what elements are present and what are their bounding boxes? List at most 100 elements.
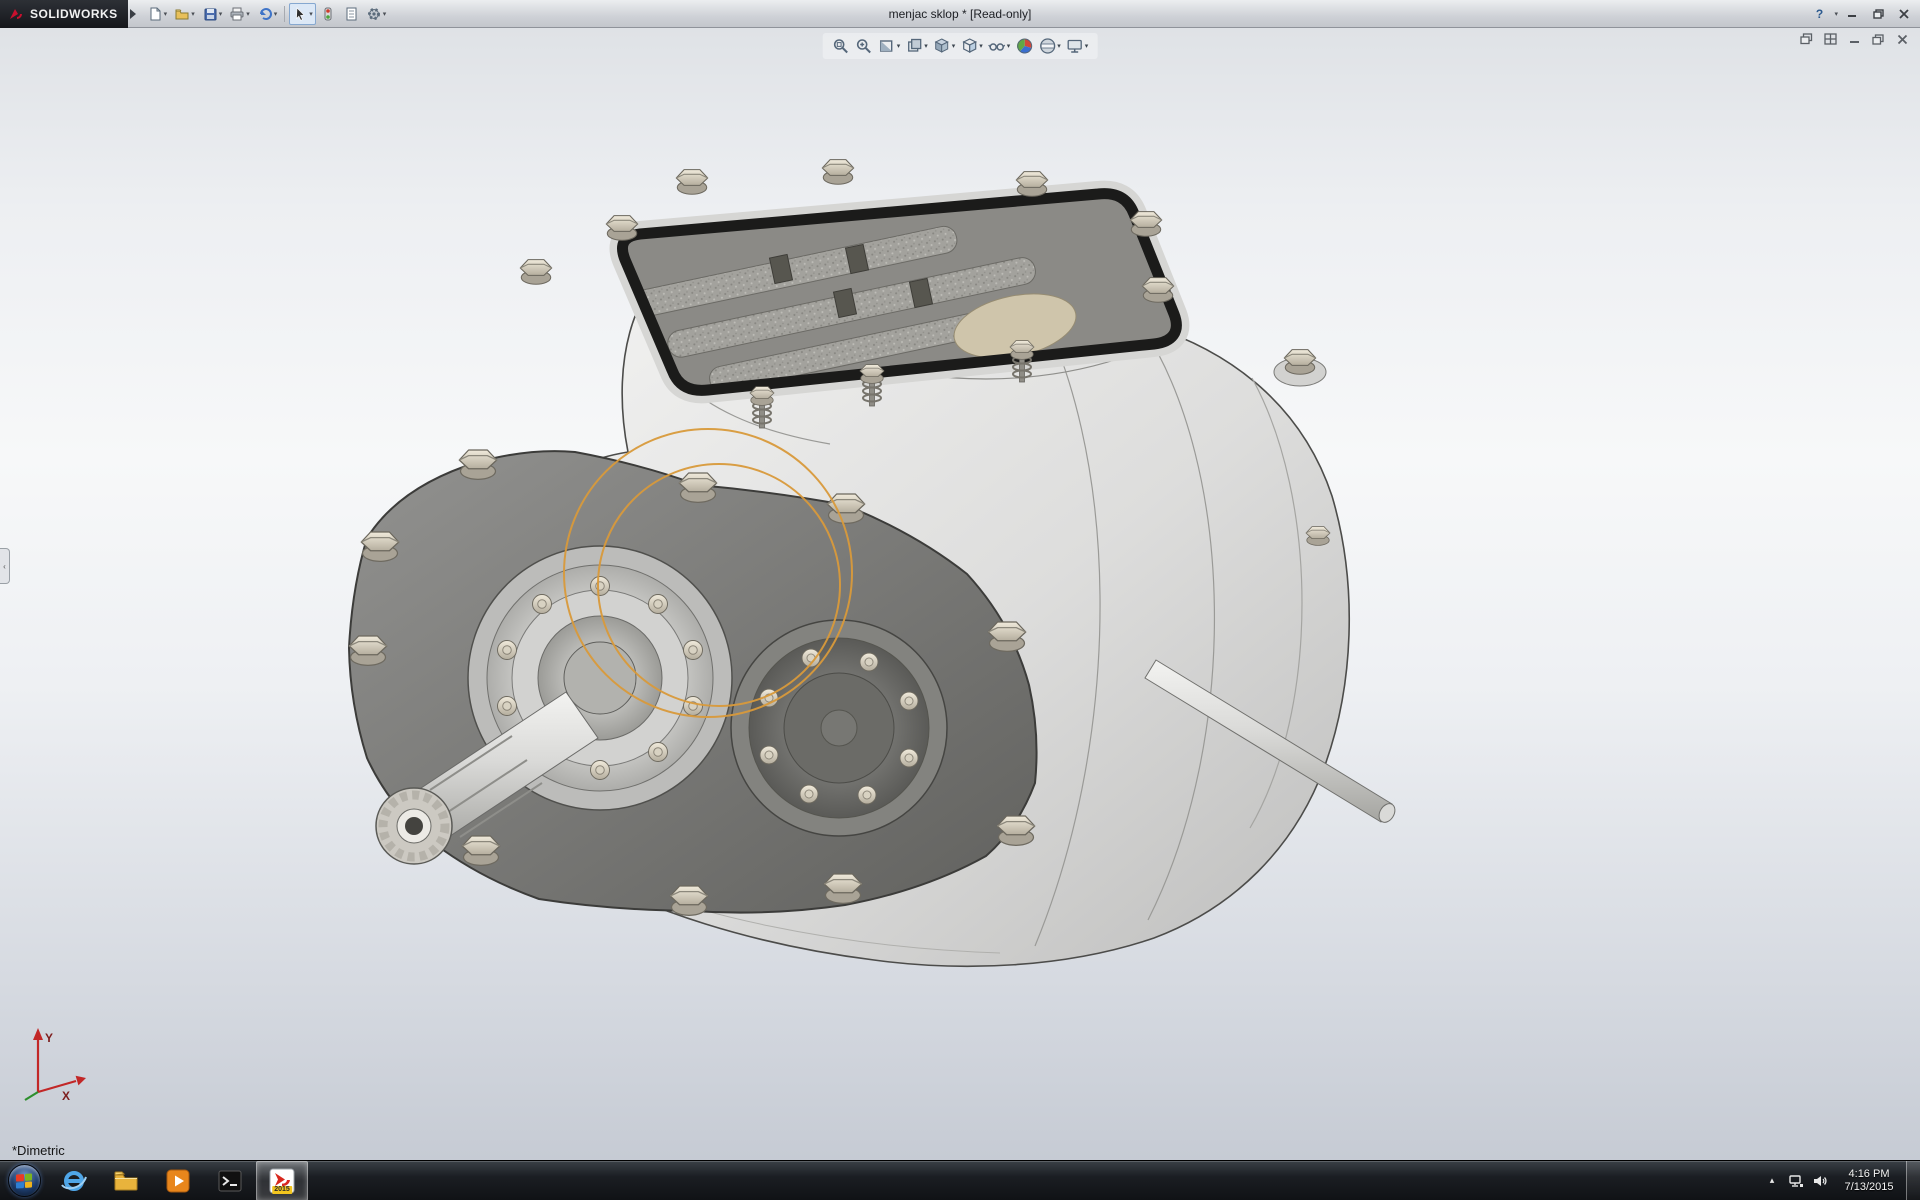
side-cover[interactable]	[731, 620, 947, 836]
cascade-windows-icon	[1800, 33, 1813, 45]
options-button[interactable]: ▾	[363, 3, 390, 25]
display-style-icon	[960, 37, 978, 55]
tile-windows-icon	[1824, 33, 1837, 45]
open-folder-icon	[174, 6, 190, 22]
dropdown-caret-icon[interactable]: ▾	[383, 10, 387, 18]
dropdown-caret-icon[interactable]: ▾	[952, 42, 956, 50]
dropdown-caret-icon[interactable]: ▾	[219, 10, 223, 18]
graphics-area[interactable]: ▾ ▾ ▾ ▾	[0, 28, 1920, 1160]
start-button[interactable]	[0, 1161, 48, 1200]
internet-explorer-icon	[60, 1167, 88, 1195]
network-icon	[1788, 1173, 1804, 1189]
restore-icon	[1873, 9, 1884, 19]
window-controls: ? ▾	[1807, 4, 1920, 23]
x-axis-arrow	[76, 1076, 86, 1086]
section-view-icon	[878, 37, 896, 55]
dropdown-caret-icon[interactable]: ▾	[924, 42, 928, 50]
solidworks-logo: SOLIDWORKS	[0, 0, 128, 28]
zoom-to-area-icon	[855, 37, 873, 55]
cascade-windows-button[interactable]	[1798, 32, 1814, 46]
chevron-up-icon: ▴	[1770, 1175, 1775, 1186]
dropdown-caret-icon[interactable]: ▾	[979, 42, 983, 50]
featuremanager-flyout-tab[interactable]: ‹	[0, 548, 10, 584]
dropdown-caret-icon[interactable]: ▾	[164, 10, 168, 18]
rebuild-stoplight-icon	[320, 6, 336, 22]
tray-expand-button[interactable]: ▴	[1760, 1161, 1784, 1200]
minimize-document-button[interactable]	[1846, 32, 1862, 46]
view-settings-button[interactable]: ▾	[1065, 36, 1090, 56]
new-button[interactable]: ▾	[144, 3, 171, 25]
side-stud-bolt[interactable]	[1306, 527, 1330, 546]
edit-appearance-icon	[1015, 37, 1033, 55]
file-properties-button[interactable]	[340, 3, 362, 25]
brand-text: SOLIDWORKS	[30, 7, 118, 21]
close-button[interactable]	[1892, 4, 1916, 23]
dropdown-caret-icon[interactable]: ▾	[309, 10, 313, 18]
dropdown-caret-icon[interactable]: ▾	[274, 10, 278, 18]
solidworks-taskbar-button[interactable]: 2015	[256, 1161, 308, 1200]
minimize-document-icon	[1849, 34, 1860, 44]
hide-show-items-icon	[988, 37, 1006, 55]
tile-windows-button[interactable]	[1822, 32, 1838, 46]
z-axis-arrow	[25, 1092, 38, 1100]
gearbox-model[interactable]	[0, 28, 1920, 1160]
dropdown-caret-icon[interactable]: ▾	[1085, 42, 1089, 50]
dropdown-caret-icon[interactable]: ▾	[897, 42, 901, 50]
file-explorer-button[interactable]	[100, 1161, 152, 1200]
printer-icon	[229, 6, 245, 22]
close-document-icon	[1897, 34, 1908, 45]
x-axis-label: X	[62, 1089, 70, 1103]
section-view-button[interactable]: ▾	[877, 36, 902, 56]
edit-appearance-button[interactable]	[1014, 36, 1034, 56]
apply-scene-button[interactable]: ▾	[1037, 36, 1062, 56]
undo-button[interactable]: ▾	[254, 3, 281, 25]
speaker-icon	[1812, 1173, 1828, 1189]
save-button[interactable]: ▾	[199, 3, 226, 25]
command-prompt-button[interactable]	[204, 1161, 256, 1200]
volume-button[interactable]	[1808, 1161, 1832, 1200]
view-orientation-button[interactable]: ▾	[932, 36, 957, 56]
close-icon	[1899, 9, 1909, 19]
network-status-button[interactable]	[1784, 1161, 1808, 1200]
view-settings-icon	[1066, 37, 1084, 55]
spline-coupler[interactable]	[376, 788, 452, 864]
select-cursor-icon	[292, 6, 308, 22]
media-player-button[interactable]	[152, 1161, 204, 1200]
zoom-to-area-button[interactable]	[854, 36, 874, 56]
dropdown-caret-icon[interactable]: ▾	[1007, 42, 1011, 50]
show-desktop-button[interactable]	[1906, 1161, 1920, 1200]
dropdown-caret-icon[interactable]: ▾	[1057, 42, 1061, 50]
restore-document-icon	[1872, 34, 1884, 45]
file-toolbar: ▾ ▾ ▾ ▾	[136, 3, 390, 25]
media-player-icon	[165, 1168, 191, 1194]
options-gear-icon	[366, 6, 382, 22]
help-caret-icon[interactable]: ▾	[1834, 10, 1838, 18]
y-axis-arrow	[33, 1028, 43, 1040]
print-button[interactable]: ▾	[226, 3, 253, 25]
restore-document-button[interactable]	[1870, 32, 1886, 46]
zoom-to-fit-button[interactable]	[831, 36, 851, 56]
rear-hex-bolt[interactable]	[1284, 350, 1316, 375]
dropdown-caret-icon[interactable]: ▾	[191, 10, 195, 18]
minimize-icon	[1847, 9, 1857, 18]
view-selector-icon	[905, 37, 923, 55]
close-document-button[interactable]	[1894, 32, 1910, 46]
dropdown-caret-icon[interactable]: ▾	[246, 10, 250, 18]
view-selector-button[interactable]: ▾	[904, 36, 929, 56]
view-orientation-icon	[933, 37, 951, 55]
undo-arrow-icon	[257, 6, 273, 22]
select-button[interactable]: ▾	[289, 3, 316, 25]
tray-clock[interactable]: 4:16 PM 7/13/2015	[1832, 1168, 1906, 1194]
zoom-to-fit-icon	[832, 37, 850, 55]
y-axis-label: Y	[45, 1031, 53, 1045]
help-button[interactable]: ?	[1807, 4, 1831, 23]
hide-show-items-button[interactable]: ▾	[987, 36, 1012, 56]
restore-button[interactable]	[1866, 4, 1890, 23]
internet-explorer-button[interactable]	[48, 1161, 100, 1200]
toolbar-separator	[284, 6, 285, 22]
headsup-view-toolbar: ▾ ▾ ▾ ▾	[823, 33, 1098, 59]
open-button[interactable]: ▾	[171, 3, 198, 25]
minimize-button[interactable]	[1840, 4, 1864, 23]
rebuild-button[interactable]	[317, 3, 339, 25]
display-style-button[interactable]: ▾	[959, 36, 984, 56]
